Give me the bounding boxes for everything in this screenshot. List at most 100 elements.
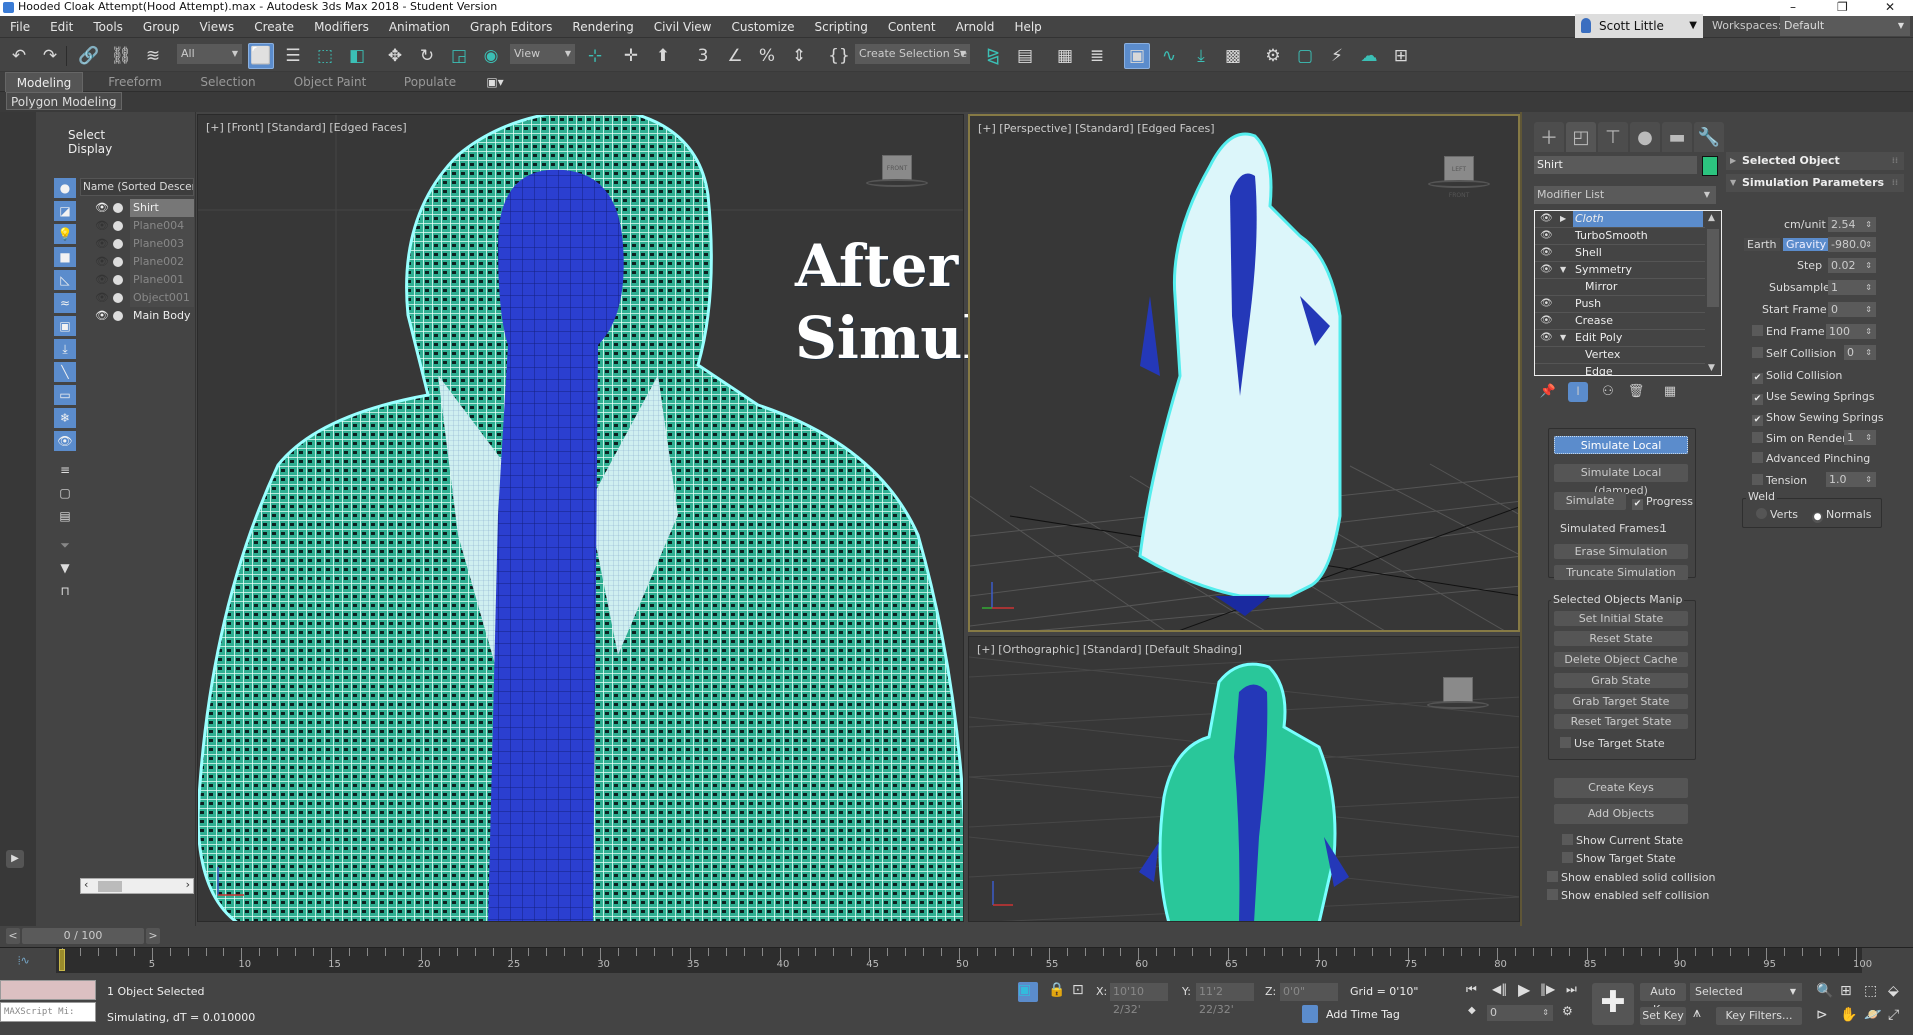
pan-view-icon[interactable]: ✋ bbox=[1840, 1007, 1857, 1023]
rotate-icon[interactable]: ↻ bbox=[414, 43, 440, 69]
progress-checkbox[interactable]: ✔ Progress bbox=[1632, 495, 1693, 510]
weld-verts-radio[interactable]: Verts bbox=[1756, 508, 1798, 521]
self-collision-spinner[interactable]: 0 ⇕ bbox=[1844, 345, 1876, 360]
display-tab-icon[interactable]: ▬ bbox=[1662, 122, 1692, 152]
end-frame-spinner[interactable]: 100 ⇕ bbox=[1826, 324, 1876, 339]
eye-icon[interactable]: 👁 bbox=[95, 201, 109, 214]
show-end-result-icon[interactable]: ⏽ bbox=[1568, 382, 1588, 402]
select-object-icon[interactable]: ⬜ bbox=[248, 43, 274, 69]
maxscript-listener-output[interactable] bbox=[0, 980, 96, 1000]
select-by-name-icon[interactable]: ☰ bbox=[280, 43, 306, 69]
display-lights-icon[interactable]: 💡 bbox=[54, 224, 76, 244]
curve-editor-icon[interactable]: ∿ bbox=[1156, 43, 1182, 69]
window-crossing-icon[interactable]: ◧ bbox=[344, 43, 370, 69]
toggle-ribbon-icon[interactable]: ▣ bbox=[1124, 43, 1150, 69]
rendered-frame-window-icon[interactable]: ▢ bbox=[1292, 43, 1318, 69]
previous-frame-button[interactable]: < bbox=[6, 928, 20, 944]
spinner-snap-icon[interactable]: ⇕ bbox=[786, 43, 812, 69]
subsample-spinner[interactable]: 1 ⇕ bbox=[1828, 280, 1876, 295]
eye-icon[interactable]: 👁 bbox=[1540, 313, 1553, 329]
unlink-icon[interactable]: ⛓ bbox=[108, 43, 134, 69]
show-enabled-self-collision-checkbox[interactable]: Show enabled self collision bbox=[1547, 889, 1709, 902]
y-coord-field[interactable]: 11'2 22/32' bbox=[1196, 983, 1254, 1016]
freeze-dot-icon[interactable] bbox=[113, 257, 123, 267]
link-icon[interactable]: 🔗 bbox=[76, 43, 102, 69]
angle-snap-icon[interactable]: ∠ bbox=[722, 43, 748, 69]
display-bones-icon[interactable]: ╲ bbox=[54, 362, 76, 382]
scale-icon[interactable]: ◲ bbox=[446, 43, 472, 69]
ribbon-options-icon[interactable]: ▣▾ bbox=[480, 72, 510, 92]
viewcube-orthographic[interactable] bbox=[1427, 677, 1489, 717]
render-production-icon[interactable]: ⚡ bbox=[1324, 43, 1350, 69]
zoom-extents-icon[interactable]: ⬚ bbox=[1864, 983, 1877, 999]
object-row-shirt[interactable]: 👁 Shirt bbox=[80, 199, 194, 217]
time-cursor[interactable] bbox=[59, 949, 65, 971]
viewcube-ring[interactable] bbox=[866, 179, 928, 187]
menu-civil-view[interactable]: Civil View bbox=[644, 16, 722, 38]
named-selection-dropdown[interactable]: Create Selection Se ▼ bbox=[855, 44, 970, 64]
display-cameras-icon[interactable]: ■ bbox=[54, 247, 76, 267]
layer-explorer-icon[interactable]: ≣ bbox=[1084, 43, 1110, 69]
collapse-triangle-icon[interactable]: ▼ bbox=[1560, 262, 1566, 278]
render-shortcuts-icon[interactable]: ⊞ bbox=[1388, 43, 1414, 69]
object-row-object001[interactable]: 👁 Object001 bbox=[80, 289, 194, 307]
menu-modifiers[interactable]: Modifiers bbox=[304, 16, 379, 38]
add-objects-button[interactable]: Add Objects bbox=[1554, 804, 1688, 824]
menu-rendering[interactable]: Rendering bbox=[562, 16, 643, 38]
freeze-dot-icon[interactable] bbox=[113, 239, 123, 249]
scroll-up-icon[interactable]: ▲ bbox=[1708, 213, 1715, 223]
display-none-icon[interactable]: ▢ bbox=[54, 483, 76, 503]
grab-target-state-button[interactable]: Grab Target State bbox=[1554, 694, 1688, 709]
delete-object-cache-button[interactable]: Delete Object Cache bbox=[1554, 652, 1688, 667]
default-in-out-tangents-icon[interactable]: ⩚ bbox=[1693, 1005, 1701, 1021]
display-helpers-icon[interactable]: ◺ bbox=[54, 270, 76, 290]
stack-item-vertex[interactable]: Vertex bbox=[1535, 347, 1705, 364]
spinner-arrows-icon[interactable]: ⇕ bbox=[1865, 324, 1872, 339]
display-frozen-icon[interactable]: ❄ bbox=[54, 408, 76, 428]
menu-graph-editors[interactable]: Graph Editors bbox=[460, 16, 562, 38]
eye-icon[interactable]: 👁 bbox=[1540, 262, 1553, 278]
create-tab-icon[interactable]: ＋ bbox=[1534, 122, 1564, 152]
stack-item-crease[interactable]: 👁 Crease bbox=[1535, 313, 1705, 330]
snaps-toggle-icon[interactable]: 3 bbox=[690, 43, 716, 69]
eye-icon[interactable]: 👁 bbox=[95, 309, 109, 322]
show-sewing-springs-checkbox[interactable]: ✔ Show Sewing Springs bbox=[1752, 411, 1884, 426]
simulation-parameters-header[interactable]: ▼ Simulation Parameters ⁞⁞ bbox=[1726, 174, 1904, 192]
zoom-icon[interactable]: 🔍 bbox=[1816, 983, 1833, 999]
spinner-arrows-icon[interactable]: ⇕ bbox=[1865, 217, 1872, 232]
cm-unit-spinner[interactable]: 2.54 ⇕ bbox=[1828, 217, 1876, 232]
object-row-plane002[interactable]: 👁 Plane002 bbox=[80, 253, 194, 271]
zoom-extents-all-icon[interactable]: ⬙ bbox=[1888, 983, 1899, 999]
pin-stack-icon[interactable]: 📌 bbox=[1538, 382, 1558, 402]
tension-checkbox[interactable]: Tension bbox=[1752, 474, 1807, 487]
self-collision-checkbox[interactable]: Self Collision bbox=[1752, 347, 1836, 360]
viewcube-face[interactable] bbox=[1443, 677, 1473, 703]
menu-customize[interactable]: Customize bbox=[721, 16, 804, 38]
eye-hidden-icon[interactable]: 👁 bbox=[95, 219, 109, 232]
scroll-right-icon[interactable]: › bbox=[186, 878, 190, 891]
viewport-label-perspective[interactable]: [+] [Perspective] [Standard] [Edged Face… bbox=[978, 122, 1215, 135]
viewcube-perspective[interactable]: LEFT FRONT bbox=[1428, 156, 1490, 199]
spinner-arrows-icon[interactable]: ⇕ bbox=[1865, 280, 1872, 295]
display-shapes-icon[interactable]: ◪ bbox=[54, 201, 76, 221]
menu-group[interactable]: Group bbox=[133, 16, 190, 38]
rectangular-selection-icon[interactable]: ⬚ bbox=[312, 43, 338, 69]
scroll-down-icon[interactable]: ▼ bbox=[1708, 363, 1715, 373]
create-keys-button[interactable]: Create Keys bbox=[1554, 778, 1688, 798]
move-icon[interactable]: ✥ bbox=[382, 43, 408, 69]
time-slider[interactable]: 0 / 100 bbox=[22, 928, 144, 944]
configure-modifier-sets-icon[interactable]: ▦ bbox=[1660, 382, 1680, 402]
stack-scrollbar[interactable]: ▲ ▼ bbox=[1705, 211, 1721, 375]
tab-selection[interactable]: Selection bbox=[193, 72, 263, 92]
show-target-state-checkbox[interactable]: Show Target State bbox=[1562, 852, 1676, 865]
object-row-plane003[interactable]: 👁 Plane003 bbox=[80, 235, 194, 253]
eye-hidden-icon[interactable]: 👁 bbox=[95, 237, 109, 250]
use-sewing-springs-checkbox[interactable]: ✔ Use Sewing Springs bbox=[1752, 390, 1875, 405]
tension-spinner[interactable]: 1.0 ⇕ bbox=[1826, 472, 1876, 487]
menu-arnold[interactable]: Arnold bbox=[946, 16, 1005, 38]
auto-key-button[interactable]: Auto Key bbox=[1640, 983, 1686, 1016]
solid-collision-checkbox[interactable]: ✔ Solid Collision bbox=[1752, 369, 1842, 384]
selected-object-rollout-header[interactable]: ▶ Selected Object ⁞⁞ bbox=[1726, 152, 1904, 170]
stack-item-edge[interactable]: Edge bbox=[1535, 364, 1705, 375]
redo-icon[interactable]: ↷ bbox=[37, 43, 63, 69]
